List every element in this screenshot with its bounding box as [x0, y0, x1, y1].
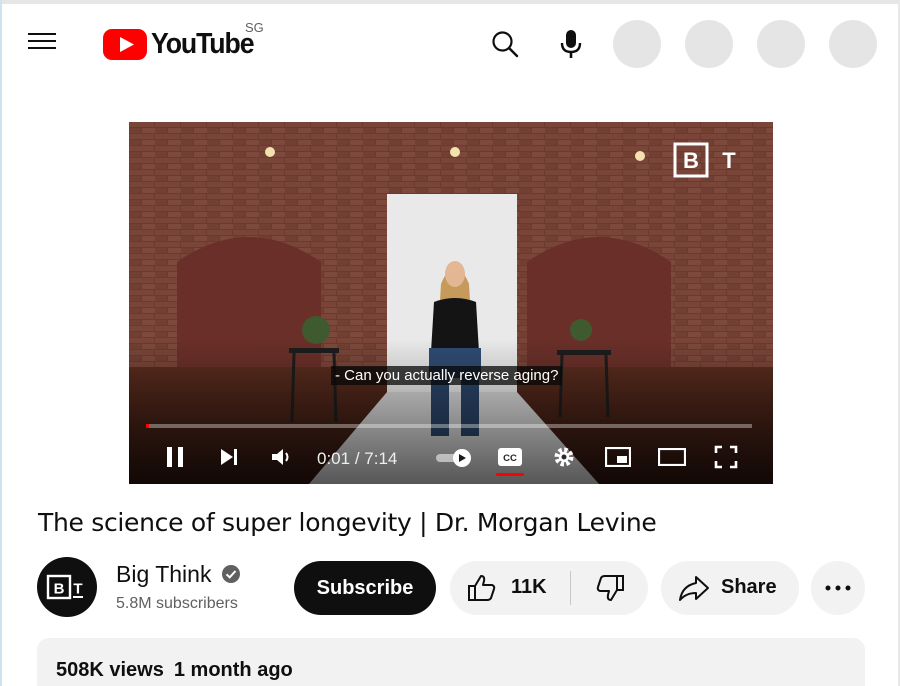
share-label: Share [721, 576, 777, 598]
subscribe-button[interactable]: Subscribe [294, 561, 436, 615]
share-button[interactable]: Share [661, 561, 799, 615]
window-left-border [0, 0, 2, 686]
more-actions-button[interactable] [811, 561, 865, 615]
header-button-2[interactable] [685, 20, 733, 68]
thumbs-up-icon [468, 575, 496, 601]
logo-wordmark: YouTube [151, 27, 255, 60]
time-total: 7:14 [364, 449, 398, 468]
progress-bar[interactable] [146, 424, 752, 428]
description-box[interactable]: 508K views 1 month ago [37, 638, 865, 686]
like-count: 11K [511, 576, 547, 598]
next-video-icon[interactable] [216, 444, 242, 470]
upload-age: 1 month ago [173, 659, 293, 681]
captions-icon[interactable]: CC [496, 446, 524, 468]
region-code: SG [245, 20, 264, 35]
channel-name[interactable]: Big Think [116, 561, 211, 588]
svg-text:B: B [683, 148, 699, 173]
volume-icon[interactable] [268, 444, 296, 470]
fullscreen-icon[interactable] [712, 444, 740, 470]
miniplayer-icon[interactable] [604, 444, 632, 470]
progress-played [146, 424, 149, 428]
channel-avatar[interactable]: BT [37, 557, 97, 617]
header-button-1[interactable] [613, 20, 661, 68]
pause-icon[interactable] [162, 444, 188, 470]
theater-mode-icon[interactable] [657, 444, 687, 470]
subscriber-count: 5.8M subscribers [116, 595, 238, 612]
description-meta: 508K views 1 month ago [56, 659, 303, 682]
menu-icon[interactable] [24, 28, 60, 60]
dislike-button[interactable] [571, 561, 648, 615]
autoplay-toggle[interactable] [434, 448, 474, 468]
view-count: 508K views [56, 659, 164, 681]
svg-text:CC: CC [503, 453, 517, 464]
video-frame: B T [129, 122, 773, 484]
header-button-4[interactable] [829, 20, 877, 68]
share-arrow-icon [679, 576, 709, 601]
youtube-logo[interactable]: YouTube [103, 26, 262, 62]
header-button-3[interactable] [757, 20, 805, 68]
search-icon[interactable] [485, 24, 525, 64]
youtube-play-logo-icon [103, 28, 147, 60]
time-current: 0:01 [317, 449, 351, 468]
more-dots-icon [825, 585, 851, 591]
caption-text: - Can you actually reverse aging? [331, 366, 563, 385]
like-dislike-group: 11K [450, 561, 648, 615]
time-display: 0:01 / 7:14 [317, 449, 397, 469]
like-button[interactable]: 11K [450, 561, 570, 615]
captions-active-indicator [496, 473, 524, 476]
video-player[interactable]: B T [129, 122, 773, 484]
svg-text:T: T [73, 581, 82, 598]
thumbs-down-icon [596, 575, 624, 601]
svg-text:B: B [54, 581, 65, 598]
window-top-border [0, 0, 900, 4]
verified-check-icon [222, 565, 240, 583]
time-separator: / [350, 449, 365, 468]
settings-gear-icon[interactable] [550, 444, 578, 470]
microphone-icon[interactable] [551, 24, 591, 64]
video-title: The science of super longevity | Dr. Mor… [38, 508, 657, 537]
svg-text:T: T [722, 148, 736, 173]
